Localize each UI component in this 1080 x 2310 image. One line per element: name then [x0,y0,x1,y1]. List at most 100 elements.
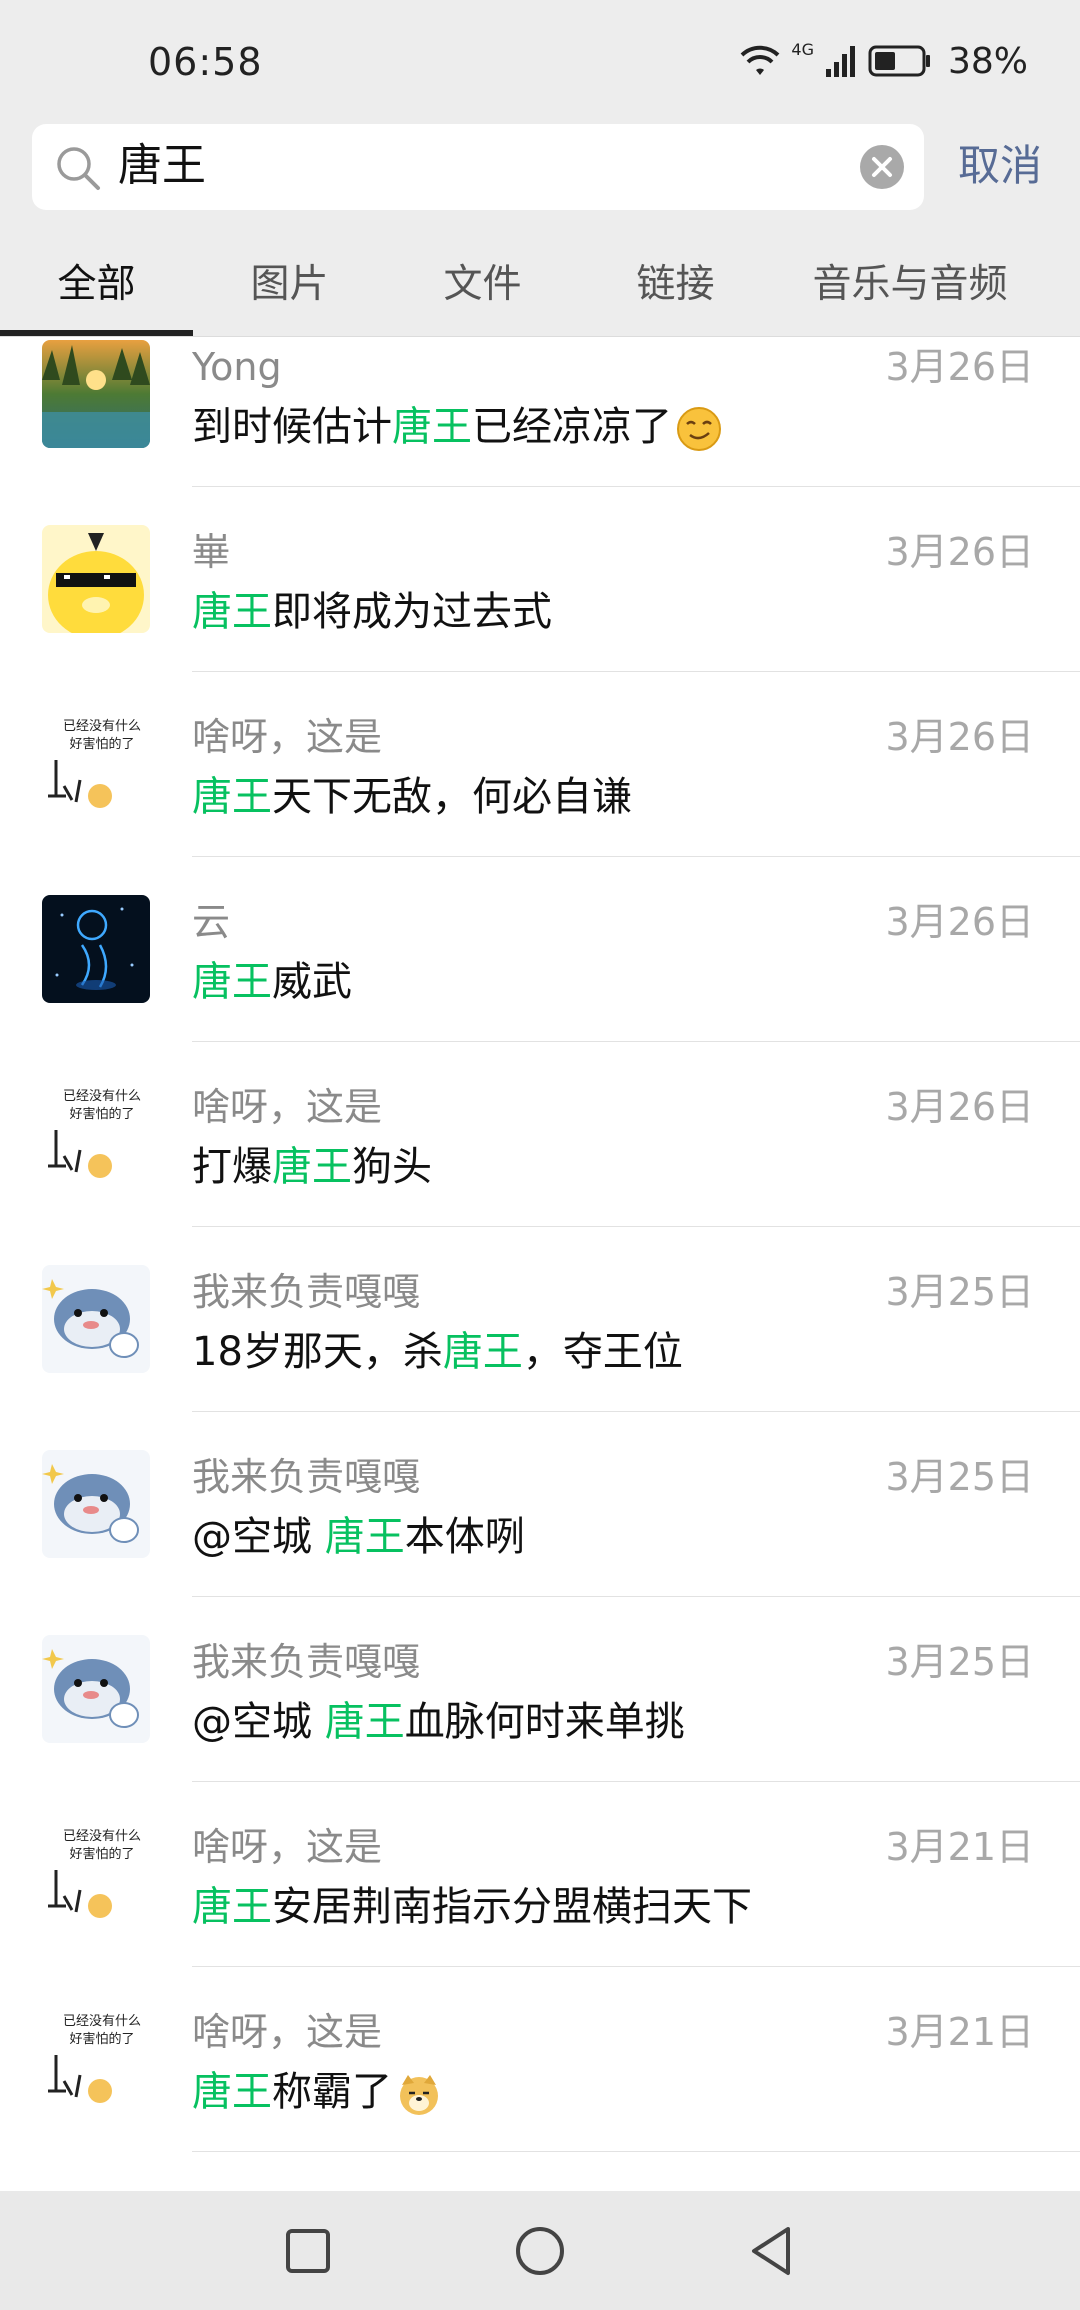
svg-text:已经没有什么: 已经没有什么 [63,1089,141,1104]
tab-links[interactable]: 链接 [579,234,772,336]
svg-text:好害怕的了: 好害怕的了 [69,2031,134,2047]
keyword-highlight: 唐王 [192,589,272,635]
snippet-text: 天下无敌，何必自谦 [272,774,632,820]
message-date: 3月26日 [885,715,1034,759]
list-item[interactable]: 云 3月26日 唐王威武 [0,891,1080,1076]
message-date: 3月21日 [885,1825,1034,1869]
message-date: 3月25日 [885,1270,1034,1314]
status-time: 06:58 [148,40,263,84]
category-tabs: 全部 图片 文件 链接 音乐与音频 [0,234,1080,337]
message-date: 3月26日 [885,900,1034,944]
list-item[interactable]: 我来负责嘎嘎 3月25日 @空城 唐王血脉何时来单挑 [0,1631,1080,1816]
list-item[interactable]: 已经没有什么 好害怕的了 啥呀，这是 3月21日 唐王称霸了 [0,2001,1080,2186]
list-item[interactable]: 我来负责嘎嘎 3月25日 18岁那天，杀唐王，夺王位 [0,1261,1080,1446]
sender-name: 崋 [192,530,231,574]
list-item[interactable]: 已经没有什么 好害怕的了 啥呀，这是 3月21日 唐王安居荆南指示分盟横扫天下 [0,1816,1080,2001]
svg-text:已经没有什么: 已经没有什么 [63,2014,141,2029]
meme-avatar[interactable]: 已经没有什么 好害怕的了 [42,710,150,818]
snippet-text: 到时候估计 [192,404,392,450]
message-snippet: 18岁那天，杀唐王，夺王位 [192,1325,683,1379]
sender-name: 我来负责嘎嘎 [192,1270,421,1314]
svg-text:好害怕的了: 好害怕的了 [69,1846,134,1862]
list-item[interactable]: 崋 3月26日 唐王即将成为过去式 [0,521,1080,706]
meme-avatar[interactable]: 已经没有什么 好害怕的了 [42,2005,150,2113]
message-snippet: 唐王安居荆南指示分盟横扫天下 [192,1880,752,1934]
clear-icon[interactable] [860,145,904,189]
message-snippet: 唐王威武 [192,955,352,1009]
status-bar: 06:58 4G 38% [0,0,1080,124]
snippet-text: 威武 [272,959,352,1005]
list-item[interactable]: 已经没有什么 好害怕的了 啥呀，这是 3月26日 打爆唐王狗头 [0,1076,1080,1261]
keyword-highlight: 唐王 [442,1329,523,1375]
seal-avatar[interactable] [42,1265,150,1373]
divider [192,856,1080,857]
home-button-icon[interactable] [510,2221,570,2281]
space-avatar[interactable] [42,895,150,1003]
back-button-icon[interactable] [742,2221,802,2281]
message-snippet: 打爆唐王狗头 [192,1140,432,1194]
battery-level: 38% [947,40,1028,82]
snippet-text: @空城 [192,1514,325,1560]
search-input[interactable]: 唐王 [32,124,924,210]
signal-icon [825,46,855,77]
seal-avatar[interactable] [42,1635,150,1743]
svg-text:已经没有什么: 已经没有什么 [63,1829,141,1844]
svg-text:好害怕的了: 好害怕的了 [69,736,134,752]
meme-avatar[interactable]: 已经没有什么 好害怕的了 [42,1080,150,1188]
snippet-text: @空城 [192,1699,325,1745]
sender-name: Yong [192,345,282,389]
wifi-icon [741,45,780,75]
duck-avatar[interactable] [42,525,150,633]
divider [192,2151,1080,2152]
tab-all[interactable]: 全部 [0,234,193,336]
list-item[interactable]: Yong 3月26日 到时候估计唐王已经凉凉了 [0,336,1080,521]
battery-icon [868,45,930,77]
keyword-highlight: 唐王 [192,2069,272,2115]
divider [192,1226,1080,1227]
doge-emoji-icon [400,2075,438,2115]
message-date: 3月26日 [885,530,1034,574]
divider [192,1041,1080,1042]
forest-avatar[interactable] [42,340,150,448]
sender-name: 啥呀，这是 [192,2010,383,2054]
message-date: 3月26日 [885,345,1034,389]
list-item[interactable]: 已经没有什么 好害怕的了 啥呀，这是 3月26日 唐王天下无敌，何必自谦 [0,706,1080,891]
tab-files[interactable]: 文件 [386,234,579,336]
svg-text:好害怕的了: 好害怕的了 [69,1106,134,1122]
meme-avatar[interactable]: 已经没有什么 好害怕的了 [42,1820,150,1928]
snippet-text: ，夺王位 [522,1329,683,1375]
divider [192,1411,1080,1412]
system-nav-bar [0,2191,1080,2310]
sender-name: 啥呀，这是 [192,715,383,759]
list-item[interactable]: 我来负责嘎嘎 3月25日 @空城 唐王本体咧 [0,1446,1080,1631]
recents-button-icon[interactable] [278,2221,338,2281]
sender-name: 我来负责嘎嘎 [192,1640,421,1684]
keyword-highlight: 唐王 [392,404,472,450]
search-query[interactable]: 唐王 [118,140,206,192]
sender-name: 我来负责嘎嘎 [192,1455,421,1499]
snippet-text: 已经凉凉了 [472,404,672,450]
snippet-text: 血脉何时来单挑 [404,1699,685,1745]
keyword-highlight: 唐王 [272,1144,352,1190]
keyword-highlight: 唐王 [192,1884,272,1930]
divider [192,1966,1080,1967]
cancel-button[interactable]: 取消 [958,138,1042,194]
divider [192,671,1080,672]
search-header: 唐王 取消 [0,124,1080,234]
message-snippet: 到时候估计唐王已经凉凉了 [192,400,722,454]
message-date: 3月25日 [885,1455,1034,1499]
message-date: 3月26日 [885,1085,1034,1129]
tab-images[interactable]: 图片 [193,234,386,336]
keyword-highlight: 唐王 [324,1514,405,1560]
snippet-text: 打爆 [192,1144,272,1190]
divider [192,1781,1080,1782]
svg-text:已经没有什么: 已经没有什么 [63,719,141,734]
snippet-text: 狗头 [352,1144,432,1190]
message-snippet: 唐王即将成为过去式 [192,585,552,639]
network-type: 4G [791,39,814,59]
smirk-emoji-icon [677,407,721,451]
tab-music-audio[interactable]: 音乐与音频 [772,234,1048,336]
keyword-highlight: 唐王 [192,774,272,820]
snippet-text: 称霸了 [272,2069,392,2115]
seal-avatar[interactable] [42,1450,150,1558]
